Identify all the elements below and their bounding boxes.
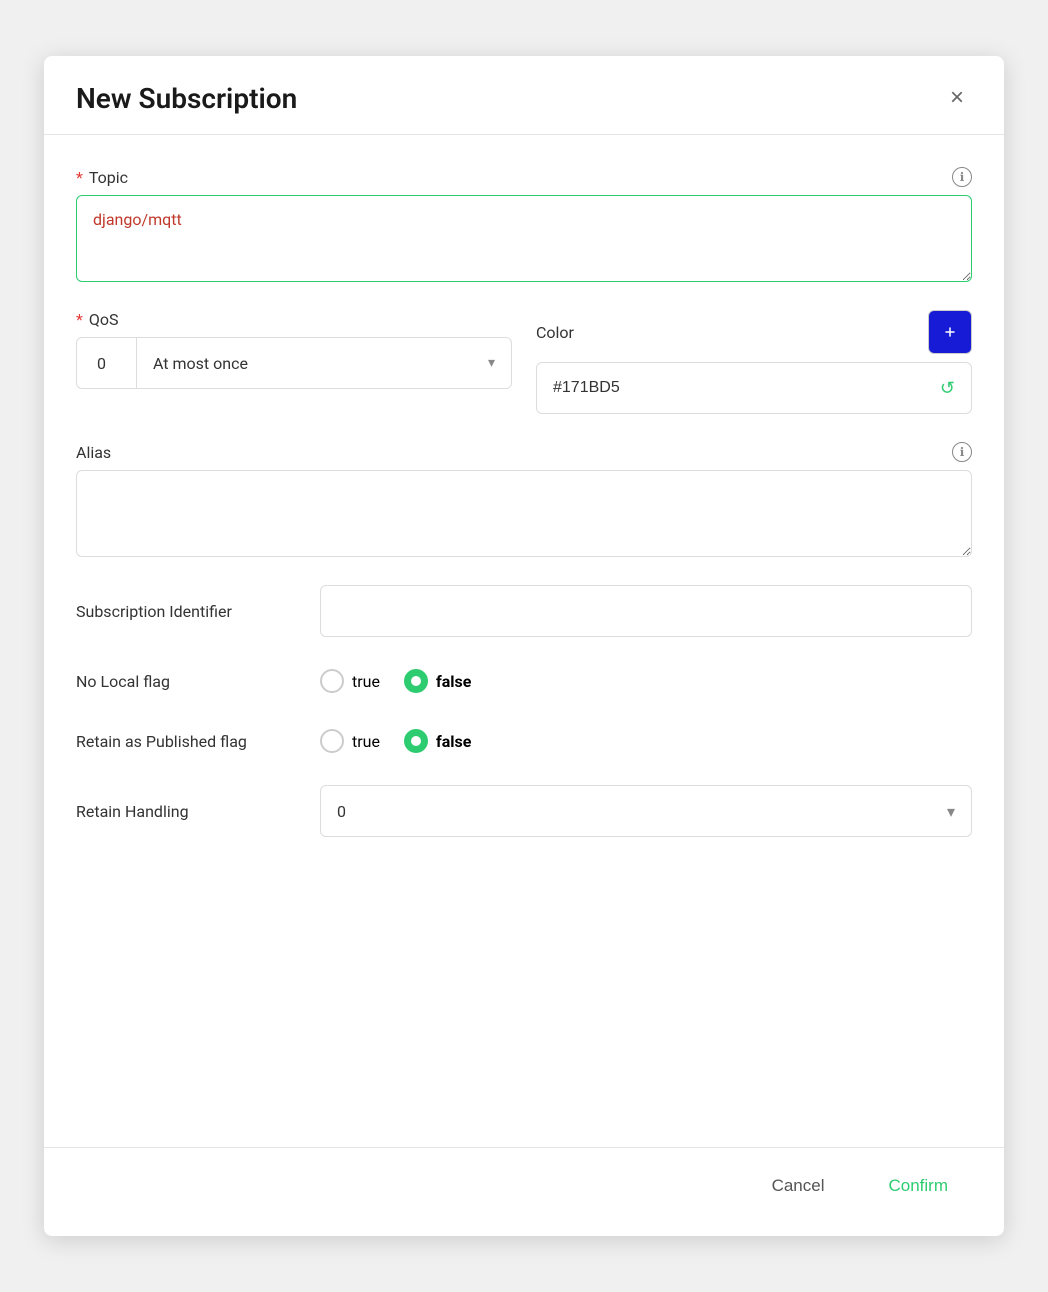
- new-subscription-dialog: New Subscription × * Topic ℹ * QoS: [44, 56, 1004, 1236]
- qos-label: * QoS: [76, 310, 119, 329]
- retain-as-published-radio-group: true false: [320, 729, 471, 753]
- retain-handling-row: Retain Handling 0 ▾: [76, 785, 972, 837]
- cancel-button[interactable]: Cancel: [748, 1164, 849, 1208]
- alias-label-text: Alias: [76, 443, 111, 462]
- topic-field-group: * Topic ℹ: [76, 167, 972, 282]
- no-local-flag-row: No Local flag true false: [76, 665, 972, 697]
- topic-required: *: [76, 168, 83, 187]
- qos-chevron-down-icon: ▾: [472, 355, 511, 371]
- refresh-icon[interactable]: ↺: [940, 378, 955, 399]
- topic-input[interactable]: [76, 195, 972, 282]
- alias-input[interactable]: [76, 470, 972, 557]
- retain-published-false-option[interactable]: false: [404, 729, 471, 753]
- alias-field-group: Alias ℹ: [76, 442, 972, 557]
- retain-published-true-option[interactable]: true: [320, 729, 380, 753]
- no-local-false-radio[interactable]: [404, 669, 428, 693]
- retain-handling-dropdown[interactable]: 0 ▾: [320, 785, 972, 837]
- color-field-group: Color ↺: [536, 310, 972, 414]
- color-input-row: ↺: [536, 362, 972, 414]
- dialog-header: New Subscription ×: [44, 56, 1004, 135]
- qos-number: 0: [77, 338, 137, 388]
- no-local-flag-radio-group: true false: [320, 669, 471, 693]
- confirm-button[interactable]: Confirm: [864, 1164, 972, 1208]
- color-swatch[interactable]: [928, 310, 972, 354]
- close-button[interactable]: ×: [942, 80, 972, 116]
- retain-handling-label: Retain Handling: [76, 802, 296, 821]
- retain-published-false-radio[interactable]: [404, 729, 428, 753]
- topic-label-row: * Topic ℹ: [76, 167, 972, 187]
- qos-color-row: * QoS 0 At most once ▾ Color: [76, 310, 972, 414]
- no-local-flag-label: No Local flag: [76, 672, 296, 691]
- dialog-title: New Subscription: [76, 82, 297, 115]
- qos-field-group: * QoS 0 At most once ▾: [76, 310, 512, 389]
- color-label-text: Color: [536, 323, 928, 342]
- topic-label-text: Topic: [89, 168, 128, 187]
- dialog-body: * Topic ℹ * QoS 0 At most once: [44, 135, 1004, 1147]
- retain-as-published-flag-label: Retain as Published flag: [76, 732, 296, 751]
- retain-published-true-radio[interactable]: [320, 729, 344, 753]
- dialog-footer: Cancel Confirm: [44, 1147, 1004, 1236]
- subscription-identifier-input[interactable]: [320, 585, 972, 637]
- topic-label: * Topic: [76, 168, 128, 187]
- qos-label-text: QoS: [89, 310, 119, 329]
- qos-required: *: [76, 310, 83, 329]
- no-local-false-label: false: [436, 672, 471, 691]
- retain-published-false-label: false: [436, 732, 471, 751]
- no-local-true-label: true: [352, 672, 380, 691]
- subscription-identifier-row: Subscription Identifier: [76, 585, 972, 637]
- topic-info-icon[interactable]: ℹ: [952, 167, 972, 187]
- color-input[interactable]: [553, 379, 932, 397]
- qos-option-label: At most once: [137, 354, 472, 373]
- qos-dropdown[interactable]: 0 At most once ▾: [76, 337, 512, 389]
- color-label-row: Color: [536, 310, 972, 354]
- retain-as-published-flag-row: Retain as Published flag true false: [76, 725, 972, 757]
- retain-published-true-label: true: [352, 732, 380, 751]
- no-local-true-radio[interactable]: [320, 669, 344, 693]
- retain-handling-chevron-down-icon: ▾: [947, 802, 955, 821]
- no-local-false-option[interactable]: false: [404, 669, 471, 693]
- alias-label-row: Alias ℹ: [76, 442, 972, 462]
- subscription-identifier-label: Subscription Identifier: [76, 602, 296, 621]
- retain-handling-value: 0: [337, 802, 346, 821]
- alias-info-icon[interactable]: ℹ: [952, 442, 972, 462]
- no-local-true-option[interactable]: true: [320, 669, 380, 693]
- qos-label-row: * QoS: [76, 310, 512, 329]
